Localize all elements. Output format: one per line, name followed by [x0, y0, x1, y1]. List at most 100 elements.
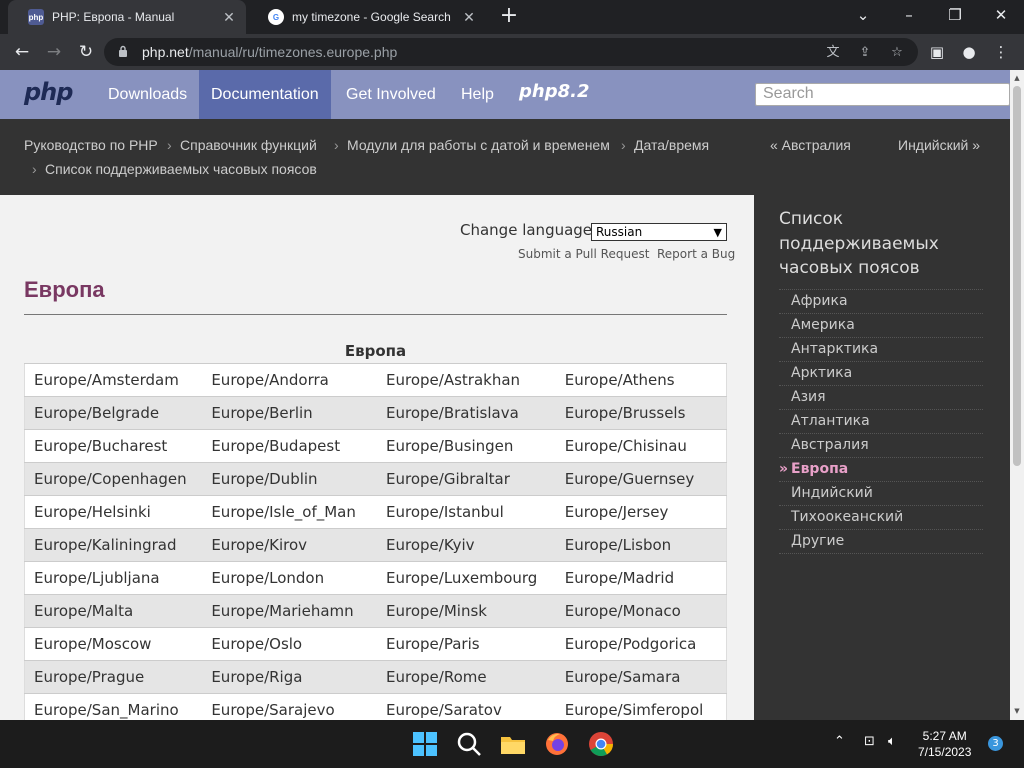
table-row: Europe/Copenhagen Europe/Dublin Europe/Gib… — [24, 462, 727, 496]
reload-icon[interactable]: ↻ — [74, 40, 98, 64]
timezone-cell: Europe/Lisbon — [555, 528, 727, 562]
timezone-cell: Europe/Bratislava — [377, 396, 556, 430]
nav-downloads[interactable]: Downloads — [96, 70, 199, 119]
prev-page-link[interactable]: « Австралия — [770, 137, 851, 153]
sidebar-item[interactable]: Америка — [779, 314, 983, 338]
nav-get-involved[interactable]: Get Involved — [334, 70, 448, 119]
timezone-cell: Europe/Berlin — [202, 396, 378, 430]
submit-pull-request-link[interactable]: Submit a Pull Request — [518, 247, 649, 261]
bookmark-star-icon[interactable]: ☆ — [888, 44, 906, 62]
breadcrumb-item[interactable]: Дата/время — [634, 137, 709, 153]
timezone-cell: Europe/Kirov — [202, 528, 378, 562]
php-logo[interactable]: php — [24, 78, 73, 106]
scroll-down-arrow-icon[interactable]: ▼ — [1012, 706, 1022, 716]
address-bar[interactable]: php.net/manual/ru/timezones.europe.php 文… — [104, 38, 918, 66]
breadcrumb-separator: › — [334, 137, 339, 153]
forward-arrow-icon[interactable]: → — [42, 40, 66, 64]
timezone-cell: Europe/Riga — [202, 660, 378, 694]
browser-toolbar: ← → ↻ php.net/manual/ru/timezones.europe… — [0, 34, 1024, 70]
timezone-cell: Europe/Rome — [377, 660, 556, 694]
timezone-cell: Europe/Belgrade — [24, 396, 203, 430]
sidebar-item[interactable]: Арктика — [779, 362, 983, 386]
menu-kebab-icon[interactable]: ⋮ — [989, 40, 1013, 64]
close-tab-icon[interactable]: ✕ — [458, 9, 480, 26]
windows-start-icon[interactable] — [411, 730, 439, 758]
volume-icon[interactable]: 🔈︎ — [888, 734, 896, 749]
sidebar-item[interactable]: Индийский — [779, 482, 983, 506]
language-select[interactable]: Russian ▼ — [591, 223, 727, 241]
clock-date: 7/15/2023 — [918, 745, 972, 759]
timezone-cell: Europe/Helsinki — [24, 495, 203, 529]
back-arrow-icon[interactable]: ← — [10, 40, 34, 64]
sidebar-item[interactable]: Африка — [779, 290, 983, 314]
close-tab-icon[interactable]: ✕ — [218, 9, 240, 26]
scroll-up-arrow-icon[interactable]: ▲ — [1012, 73, 1022, 83]
firefox-icon[interactable] — [543, 730, 571, 758]
nav-help[interactable]: Help — [449, 70, 506, 119]
timezone-cell: Europe/Guernsey — [555, 462, 727, 496]
page-scrollbar[interactable]: ▲ ▼ — [1010, 70, 1024, 720]
search-icon[interactable] — [455, 730, 483, 758]
timezone-cell: Europe/Brussels — [555, 396, 727, 430]
scrollbar-thumb[interactable] — [1013, 86, 1021, 466]
php-favicon-icon: php — [28, 9, 44, 25]
table-row: Europe/San_Marino Europe/Sarajevo Europe/S… — [24, 693, 727, 720]
timezone-cell: Europe/Samara — [555, 660, 727, 694]
breadcrumb-item[interactable]: Список поддерживаемых часовых поясов — [45, 161, 317, 177]
table-caption: Европа — [344, 342, 407, 360]
close-window-icon[interactable]: ✕ — [978, 0, 1024, 34]
search-input[interactable]: Search — [755, 83, 1010, 106]
timezone-cell: Europe/Luxembourg — [377, 561, 556, 595]
nav-documentation[interactable]: Documentation — [199, 70, 331, 119]
taskbar-clock[interactable]: 5:27 AM 7/15/2023 — [918, 728, 971, 760]
timezone-cell: Europe/Gibraltar — [377, 462, 556, 496]
sidebar-item[interactable]: Тихоокеанский — [779, 506, 983, 530]
url-domain: php.net — [142, 44, 189, 60]
show-hidden-icons-chevron-icon[interactable]: ⌃ — [834, 734, 845, 749]
php-version-badge[interactable]: php8.2 — [519, 81, 589, 102]
notification-badge[interactable]: 3 — [988, 736, 1003, 751]
timezone-cell: Europe/Minsk — [377, 594, 556, 628]
sidebar-item[interactable]: Другие — [779, 530, 983, 554]
table-row: Europe/Malta Europe/Mariehamn Europe/Minsk… — [24, 594, 727, 628]
tab-php-manual[interactable]: php PHP: Европа - Manual ✕ — [8, 0, 246, 34]
file-explorer-icon[interactable] — [499, 730, 527, 758]
timezone-cell: Europe/Copenhagen — [24, 462, 203, 496]
breadcrumb-item[interactable]: Руководство по PHP — [24, 137, 158, 153]
sidebar-item[interactable]: Атлантика — [779, 410, 983, 434]
minimize-icon[interactable]: – — [886, 0, 932, 34]
php-top-nav: php Downloads Documentation Get Involved… — [0, 70, 1010, 119]
next-page-link[interactable]: Индийский » — [898, 137, 980, 153]
timezone-cell: Europe/Kyiv — [377, 528, 556, 562]
network-icon[interactable]: ⊡ — [864, 734, 875, 749]
breadcrumb-item[interactable]: Справочник функций — [180, 137, 317, 153]
clock-time: 5:27 AM — [922, 729, 967, 743]
timezone-cell: Europe/Oslo — [202, 627, 378, 661]
profile-icon[interactable]: ● — [957, 40, 981, 64]
translate-icon[interactable]: 文 — [824, 44, 842, 62]
breadcrumb-item[interactable]: Модули для работы с датой и временем — [347, 137, 610, 153]
sidebar-item[interactable]: Австралия — [779, 434, 983, 458]
restore-icon[interactable]: ❐ — [932, 0, 978, 34]
sidebar-item[interactable]: Европа — [779, 458, 983, 482]
report-bug-link[interactable]: Report a Bug — [657, 247, 735, 261]
table-row: Europe/Amsterdam Europe/Andorra Europe/Ast… — [24, 363, 727, 397]
tab-search-chevron-icon[interactable]: ⌄ — [840, 0, 886, 34]
chrome-icon[interactable] — [587, 730, 615, 758]
tab-google-search[interactable]: G my timezone - Google Search ✕ — [248, 0, 486, 34]
sidebar-item[interactable]: Азия — [779, 386, 983, 410]
chevron-down-icon: ▼ — [713, 226, 722, 239]
new-tab-icon[interactable]: + — [497, 4, 521, 28]
sidebar-title[interactable]: Список поддерживаемых часовых поясов — [779, 207, 984, 281]
sidebar-item[interactable]: Антарктика — [779, 338, 983, 362]
main-content: Change language: Russian ▼ Submit a Pull… — [0, 195, 754, 720]
side-panel-icon[interactable]: ▣ — [925, 40, 949, 64]
timezone-cell: Europe/Jersey — [555, 495, 727, 529]
timezone-cell: Europe/Malta — [24, 594, 203, 628]
timezone-cell: Europe/Istanbul — [377, 495, 556, 529]
url-text: php.net/manual/ru/timezones.europe.php — [142, 44, 397, 60]
table-row: Europe/Moscow Europe/Oslo Europe/Paris Euro… — [24, 627, 727, 661]
timezone-cell: Europe/Budapest — [202, 429, 378, 463]
share-icon[interactable]: ⇪ — [856, 44, 874, 62]
timezone-cell: Europe/San_Marino — [24, 693, 203, 720]
